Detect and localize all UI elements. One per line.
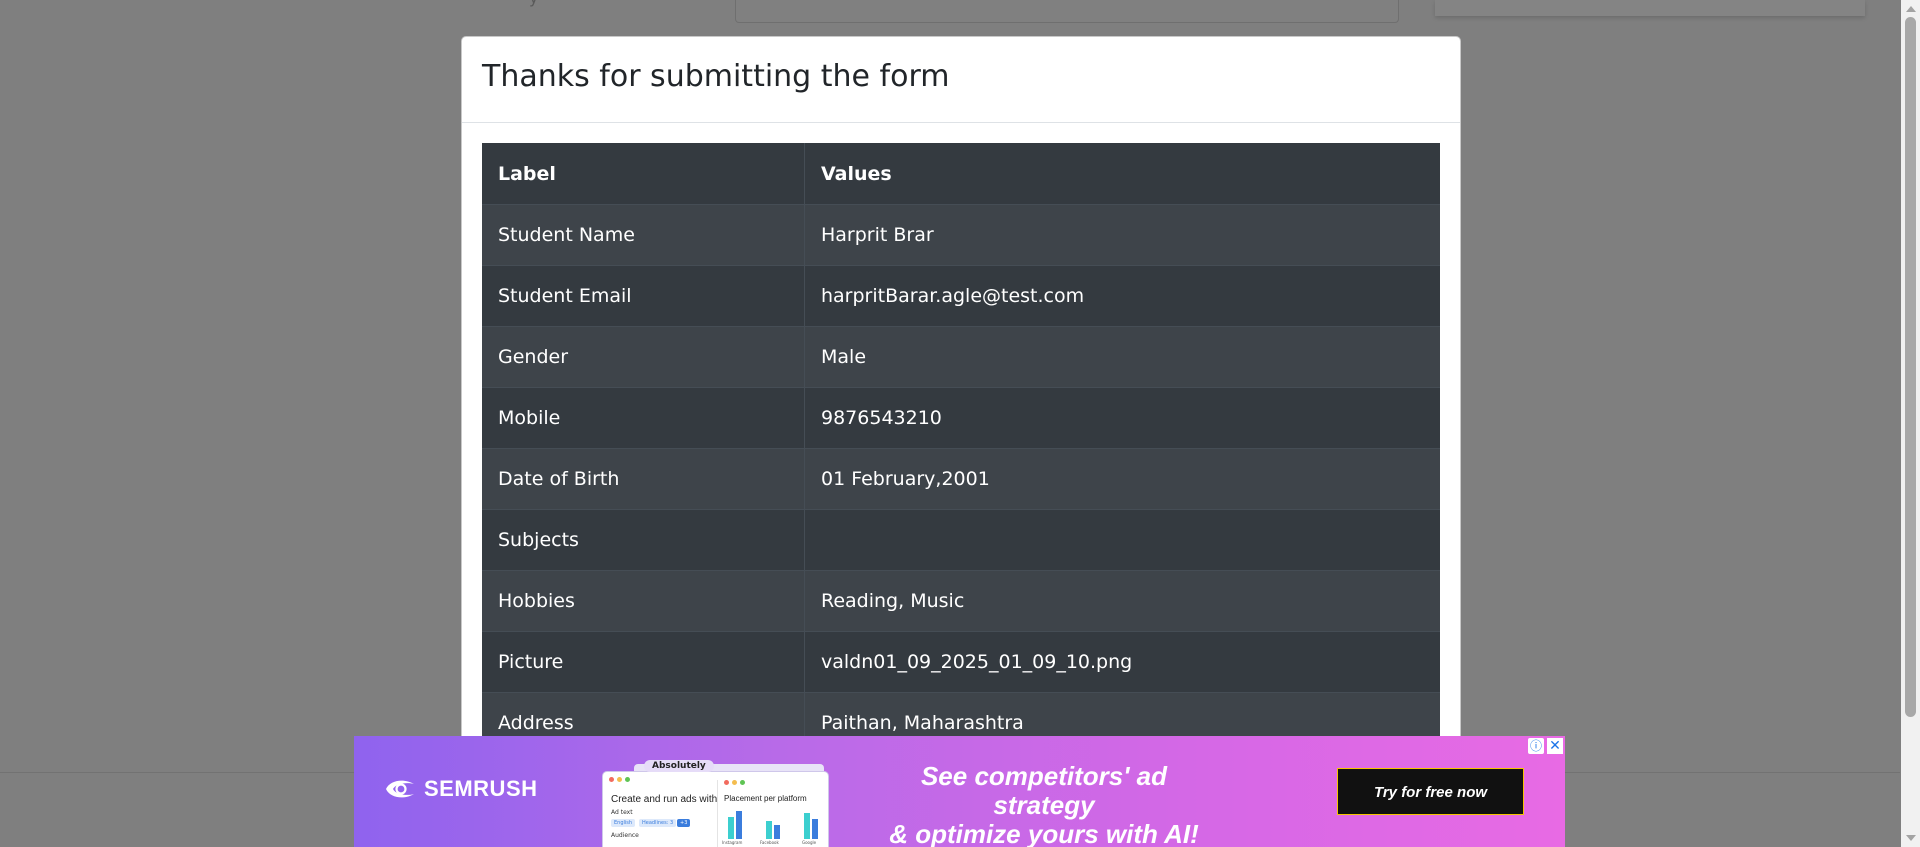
column-header-values: Values	[804, 143, 1440, 205]
mockup-chip: Headlines: 3	[639, 819, 677, 827]
mockup-ad-text-label: Ad text	[611, 809, 633, 816]
row-value	[804, 509, 1440, 571]
row-label: Date of Birth	[482, 448, 805, 510]
ad-speech-bubble: Absolutely	[644, 760, 714, 772]
row-value: Male	[804, 326, 1440, 388]
table-row: Subjects	[482, 509, 1440, 571]
table-row: Gender Male	[482, 326, 1440, 388]
modal-body: Label Values Student Name Harprit Brar S…	[462, 123, 1460, 753]
row-value: harpritBarar.agle@test.com	[804, 265, 1440, 327]
table-row: Date of Birth 01 February,2001	[482, 448, 1440, 510]
table-row: Picture valdn01_09_2025_01_09_10.png	[482, 631, 1440, 693]
mockup-panel: Placement per platform Instagram Faceboo…	[717, 780, 827, 847]
row-label: Picture	[482, 631, 805, 693]
panel-title: Placement per platform	[724, 794, 807, 803]
panel-window-controls	[724, 780, 745, 785]
panel-axis-label: Facebook	[760, 840, 779, 845]
ad-banner[interactable]: ⓘ ✕ SEMRUSH Create and run ads with Ad t…	[354, 736, 1565, 847]
row-label: Student Name	[482, 204, 805, 266]
page-scrollbar[interactable]	[1901, 0, 1920, 847]
column-header-label: Label	[482, 143, 805, 205]
table-row: Student Name Harprit Brar	[482, 204, 1440, 266]
ad-headline: See competitors' ad strategy & optimize …	[874, 762, 1214, 847]
row-value: 01 February,2001	[804, 448, 1440, 510]
panel-bar	[728, 817, 734, 839]
mockup-audience-label: Audience	[611, 832, 639, 839]
panel-bar	[804, 813, 810, 839]
row-label: Student Email	[482, 265, 805, 327]
background-form-label: y	[529, 0, 538, 7]
window-controls	[609, 777, 630, 782]
scroll-down-icon[interactable]	[1906, 835, 1916, 841]
ad-headline-line: & optimize yours with AI!	[889, 819, 1199, 847]
scrollbar-thumb[interactable]	[1905, 17, 1916, 717]
panel-bar	[774, 825, 780, 839]
row-label: Mobile	[482, 387, 805, 449]
submission-modal: Thanks for submitting the form Label Val…	[461, 36, 1461, 798]
close-icon[interactable]: ✕	[1547, 738, 1563, 754]
semrush-logo-icon	[384, 778, 416, 800]
background-input	[735, 0, 1399, 23]
ad-mockup-window: Create and run ads with Ad text English …	[603, 772, 828, 847]
row-value: Reading, Music	[804, 570, 1440, 632]
table-row: Mobile 9876543210	[482, 387, 1440, 449]
ad-headline-line: See competitors' ad strategy	[920, 761, 1168, 820]
panel-bar	[812, 819, 818, 839]
row-value: 9876543210	[804, 387, 1440, 449]
try-free-button[interactable]: Try for free now	[1337, 768, 1524, 815]
modal-title: Thanks for submitting the form	[482, 59, 950, 94]
panel-axis-label: Google	[802, 840, 817, 845]
mockup-title: Create and run ads with	[611, 794, 718, 805]
semrush-logo: SEMRUSH	[384, 776, 538, 802]
row-label: Gender	[482, 326, 805, 388]
info-icon[interactable]: ⓘ	[1528, 738, 1544, 754]
modal-header: Thanks for submitting the form	[462, 37, 1460, 123]
row-value: Harprit Brar	[804, 204, 1440, 266]
panel-bar	[766, 821, 772, 839]
table-header-row: Label Values	[482, 143, 1440, 205]
table-row: Student Email harpritBarar.agle@test.com	[482, 265, 1440, 327]
scroll-up-icon[interactable]	[1906, 6, 1916, 12]
table-row: Hobbies Reading, Music	[482, 570, 1440, 632]
background-card	[1435, 0, 1865, 16]
submission-table: Label Values Student Name Harprit Brar S…	[482, 143, 1440, 753]
row-label: Subjects	[482, 509, 805, 571]
row-value: valdn01_09_2025_01_09_10.png	[804, 631, 1440, 693]
mockup-chip: English	[611, 819, 636, 827]
mockup-chip: +3	[677, 819, 691, 827]
panel-axis-label: Instagram	[722, 840, 743, 845]
brand-name: SEMRUSH	[424, 776, 538, 801]
row-label: Hobbies	[482, 570, 805, 632]
panel-bar	[736, 811, 742, 839]
